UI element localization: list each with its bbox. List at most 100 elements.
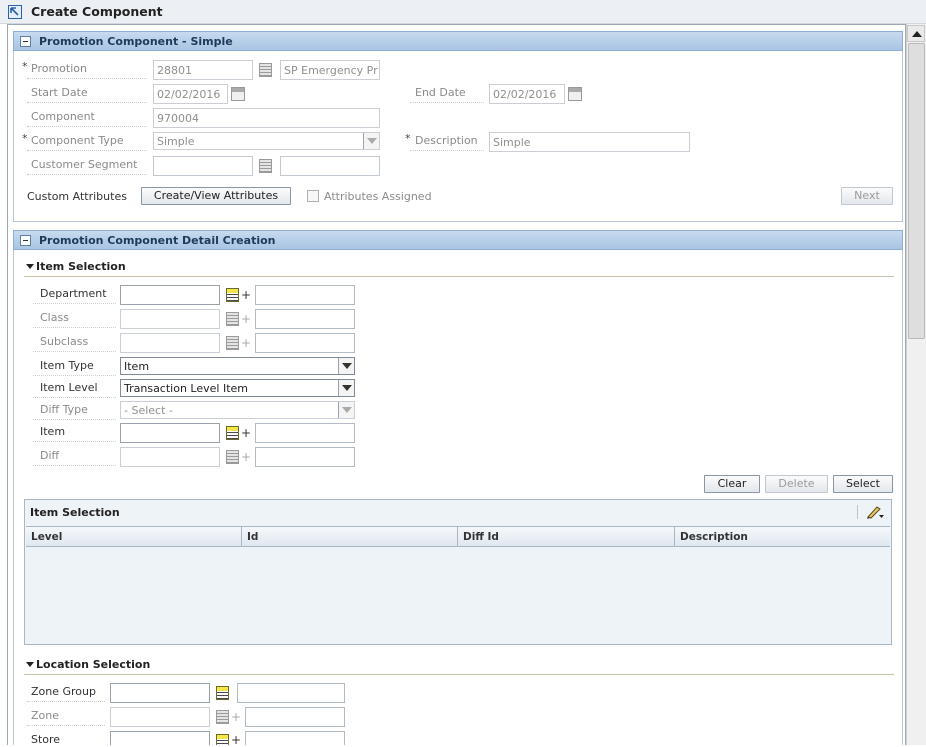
store-description-field[interactable] <box>245 731 345 745</box>
arrow-up-left-icon[interactable] <box>8 5 22 19</box>
customer-segment-description-field[interactable] <box>280 156 380 176</box>
list-icon[interactable] <box>216 734 229 745</box>
item-label: Item <box>40 425 66 438</box>
delete-button[interactable]: Delete <box>765 475 828 493</box>
label-underline <box>33 397 116 398</box>
calendar-icon[interactable] <box>568 87 582 101</box>
class-field[interactable] <box>120 309 220 329</box>
add-icon[interactable]: + <box>241 450 251 464</box>
department-label: Department <box>40 287 107 300</box>
item-type-select[interactable]: Item <box>120 357 355 375</box>
zone-group-field[interactable] <box>110 683 210 703</box>
item-type-label: Item Type <box>40 359 94 372</box>
chevron-down-icon[interactable] <box>26 264 34 269</box>
start-date-field[interactable]: 02/02/2016 <box>153 84 228 104</box>
item-level-select[interactable]: Transaction Level Item <box>120 379 355 397</box>
chevron-down-icon[interactable] <box>338 402 354 418</box>
add-icon[interactable]: + <box>241 336 251 350</box>
end-date-field[interactable]: 02/02/2016 <box>489 84 565 104</box>
table-title: Item Selection <box>30 506 120 519</box>
label-underline <box>27 126 147 127</box>
subclass-field[interactable] <box>120 333 220 353</box>
customer-segment-label: Customer Segment <box>31 158 138 171</box>
table-header: Level Id Diff Id Description <box>26 526 890 547</box>
store-label: Store <box>31 733 61 746</box>
zone-group-label: Zone Group <box>31 685 96 698</box>
zone-description-field[interactable] <box>245 707 345 727</box>
promotion-description-field[interactable]: SP Emergency Pr <box>280 60 380 80</box>
diff-field[interactable] <box>120 447 220 467</box>
add-icon[interactable]: + <box>241 312 251 326</box>
diff-label: Diff <box>40 449 60 462</box>
location-selection-heading[interactable]: Location Selection <box>36 658 150 671</box>
add-icon[interactable]: + <box>241 426 251 440</box>
select-button[interactable]: Select <box>833 475 893 493</box>
section-header-detail[interactable]: Promotion Component Detail Creation <box>13 230 903 250</box>
list-icon[interactable] <box>216 710 229 724</box>
chevron-down-icon[interactable] <box>26 662 34 667</box>
label-underline <box>33 375 116 376</box>
zone-group-description-field[interactable] <box>237 683 345 703</box>
department-description-field[interactable] <box>255 285 355 305</box>
next-button[interactable]: Next <box>841 187 893 205</box>
pencil-icon[interactable] <box>865 504 885 520</box>
chevron-down-icon[interactable] <box>338 380 354 396</box>
create-view-attributes-button[interactable]: Create/View Attributes <box>141 187 291 205</box>
attributes-assigned-label: Attributes Assigned <box>324 190 432 203</box>
divider <box>24 674 894 675</box>
list-icon[interactable] <box>226 450 239 464</box>
column-header-id[interactable]: Id <box>242 527 458 546</box>
store-field[interactable] <box>110 731 210 745</box>
component-type-select[interactable]: Simple <box>153 132 380 150</box>
list-icon[interactable] <box>259 159 272 173</box>
component-type-value: Simple <box>157 135 195 148</box>
diff-description-field[interactable] <box>255 447 355 467</box>
item-type-value: Item <box>124 360 150 373</box>
item-level-label: Item Level <box>40 381 98 394</box>
list-icon[interactable] <box>226 288 239 302</box>
scroll-up-icon[interactable] <box>907 25 925 42</box>
add-icon[interactable]: + <box>231 710 241 724</box>
class-label: Class <box>40 311 69 324</box>
label-underline <box>27 701 105 702</box>
zone-field[interactable] <box>110 707 210 727</box>
scrollbar-thumb[interactable] <box>908 43 925 339</box>
label-underline <box>27 78 147 79</box>
list-icon[interactable] <box>226 336 239 350</box>
column-header-description[interactable]: Description <box>675 527 890 546</box>
attributes-assigned-checkbox[interactable] <box>307 190 319 202</box>
list-icon[interactable] <box>226 426 239 440</box>
clear-button[interactable]: Clear <box>704 475 760 493</box>
section-header-component[interactable]: Promotion Component - Simple <box>13 31 903 51</box>
column-header-diff-id[interactable]: Diff Id <box>458 527 675 546</box>
chevron-down-icon[interactable] <box>338 358 354 374</box>
list-icon[interactable] <box>226 312 239 326</box>
list-icon[interactable] <box>216 686 229 700</box>
list-icon[interactable] <box>259 63 272 77</box>
required-mark: * <box>22 60 28 73</box>
label-underline <box>27 102 147 103</box>
add-icon[interactable]: + <box>241 288 251 302</box>
required-mark: * <box>22 132 28 145</box>
calendar-icon[interactable] <box>231 87 245 101</box>
item-selection-heading[interactable]: Item Selection <box>36 260 126 273</box>
label-underline <box>33 465 116 466</box>
promotion-field[interactable]: 28801 <box>153 60 253 80</box>
subclass-description-field[interactable] <box>255 333 355 353</box>
divider <box>24 276 894 277</box>
chevron-down-icon[interactable] <box>363 133 379 149</box>
section-title: Promotion Component - Simple <box>39 35 233 48</box>
minus-icon[interactable] <box>20 235 31 246</box>
column-header-level[interactable]: Level <box>26 527 242 546</box>
diff-type-select[interactable]: - Select - <box>120 401 355 419</box>
end-date-label: End Date <box>415 86 466 99</box>
description-field[interactable]: Simple <box>489 132 690 152</box>
table-body <box>26 548 890 644</box>
component-field[interactable]: 970004 <box>153 108 380 128</box>
department-field[interactable] <box>120 285 220 305</box>
item-field[interactable] <box>120 423 220 443</box>
minus-icon[interactable] <box>20 36 31 47</box>
customer-segment-field[interactable] <box>153 156 253 176</box>
class-description-field[interactable] <box>255 309 355 329</box>
item-description-field[interactable] <box>255 423 355 443</box>
